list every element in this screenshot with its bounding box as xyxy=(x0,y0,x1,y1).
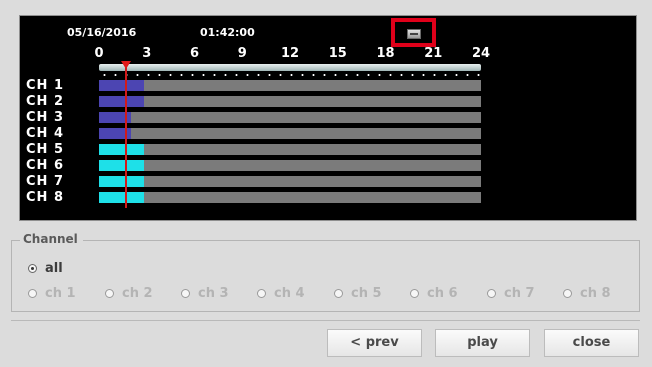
radio-icon xyxy=(181,289,190,298)
menu-button[interactable] xyxy=(391,18,436,47)
radio-label: ch 1 xyxy=(45,286,76,301)
prev-button[interactable]: < prev xyxy=(327,329,422,357)
time-scale-ticks xyxy=(99,74,481,76)
radio-icon xyxy=(563,289,572,298)
play-button[interactable]: play xyxy=(435,329,530,357)
channel-group-legend: Channel xyxy=(20,232,83,246)
channel-label: CH 1 xyxy=(26,78,64,93)
channel-track[interactable] xyxy=(99,112,481,123)
menu-icon xyxy=(407,29,421,39)
hour-tick: 6 xyxy=(189,46,200,61)
recording-segment xyxy=(99,80,144,91)
channel-label: CH 5 xyxy=(26,142,64,157)
radio-ch-7[interactable]: ch 7 xyxy=(487,286,535,301)
recording-segment xyxy=(99,176,144,187)
radio-ch-1[interactable]: ch 1 xyxy=(28,286,76,301)
recording-segment xyxy=(99,192,144,203)
radio-label: ch 2 xyxy=(122,286,153,301)
radio-ch-8[interactable]: ch 8 xyxy=(563,286,611,301)
timeline-panel[interactable]: 05/16/2016 01:42:00 0 3 6 9 12 15 18 21 … xyxy=(19,15,637,221)
radio-ch-4[interactable]: ch 4 xyxy=(257,286,305,301)
radio-label: ch 7 xyxy=(504,286,535,301)
radio-icon xyxy=(105,289,114,298)
channel-label: CH 8 xyxy=(26,190,64,205)
channel-track[interactable] xyxy=(99,160,481,171)
playback-cursor[interactable] xyxy=(125,65,128,208)
channel-track[interactable] xyxy=(99,80,481,91)
recording-segment xyxy=(99,96,144,107)
radio-icon xyxy=(410,289,419,298)
channel-track[interactable] xyxy=(99,192,481,203)
hour-tick: 9 xyxy=(237,46,247,61)
hour-tick: 0 xyxy=(94,46,104,61)
radio-all[interactable]: all xyxy=(28,261,63,276)
channel-group xyxy=(11,240,640,312)
radio-ch-5[interactable]: ch 5 xyxy=(334,286,382,301)
recording-segment xyxy=(99,160,144,171)
radio-icon xyxy=(28,289,37,298)
radio-label: ch 6 xyxy=(427,286,458,301)
radio-ch-6[interactable]: ch 6 xyxy=(410,286,458,301)
divider xyxy=(11,320,640,321)
date-label: 05/16/2016 xyxy=(67,26,137,39)
radio-label: ch 4 xyxy=(274,286,305,301)
channel-track[interactable] xyxy=(99,96,481,107)
time-scale-bar[interactable] xyxy=(99,64,481,71)
cursor-marker-icon[interactable] xyxy=(121,61,132,69)
time-label: 01:42:00 xyxy=(200,26,255,39)
channel-label: CH 2 xyxy=(26,94,64,109)
radio-label: ch 3 xyxy=(198,286,229,301)
channel-track[interactable] xyxy=(99,176,481,187)
hour-tick: 21 xyxy=(424,46,443,61)
hour-tick: 12 xyxy=(280,46,300,61)
hour-tick: 3 xyxy=(142,46,152,61)
channel-label: CH 7 xyxy=(26,174,64,189)
radio-ch-2[interactable]: ch 2 xyxy=(105,286,153,301)
channel-label: CH 6 xyxy=(26,158,64,173)
radio-label: ch 5 xyxy=(351,286,382,301)
radio-icon xyxy=(28,264,37,273)
channel-track[interactable] xyxy=(99,144,481,155)
channel-track[interactable] xyxy=(99,128,481,139)
radio-label: all xyxy=(45,261,63,276)
hour-tick: 15 xyxy=(328,46,347,61)
radio-icon xyxy=(334,289,343,298)
hour-tick: 18 xyxy=(376,46,395,61)
radio-label: ch 8 xyxy=(580,286,611,301)
channel-label: CH 4 xyxy=(26,126,64,141)
hour-tick: 24 xyxy=(471,46,491,61)
channel-label: CH 3 xyxy=(26,110,64,125)
recording-segment xyxy=(99,144,144,155)
radio-ch-3[interactable]: ch 3 xyxy=(181,286,229,301)
radio-icon xyxy=(487,289,496,298)
radio-icon xyxy=(257,289,266,298)
close-button[interactable]: close xyxy=(544,329,639,357)
